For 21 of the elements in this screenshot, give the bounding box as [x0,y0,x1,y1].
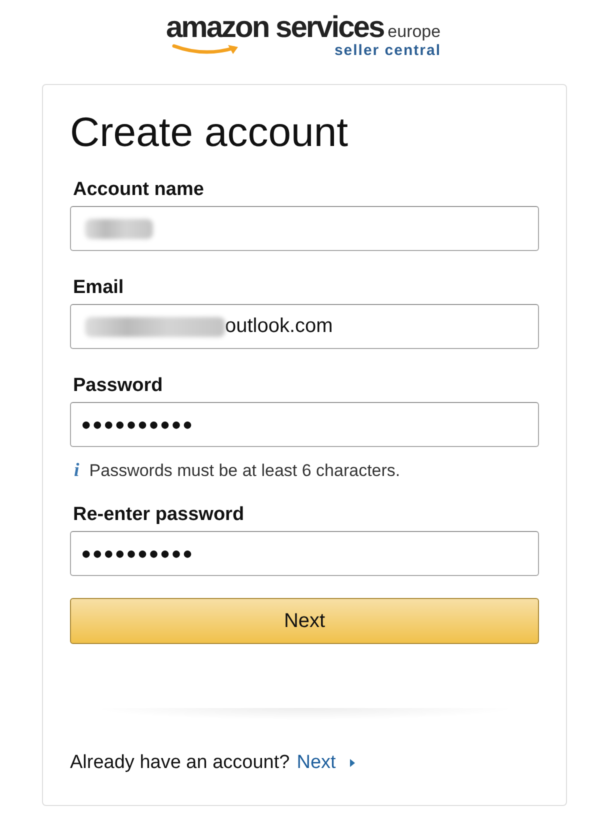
field-value: ●●●●●●●●●● [81,544,194,564]
info-icon: i [74,460,80,482]
field-value: ●●●●●●●●●● [81,414,194,434]
field-label: Email [73,277,125,299]
sign-in-link[interactable]: Next [296,752,336,774]
logo-product: seller central [334,43,441,59]
logo-region: europe [388,22,441,42]
logo-brand: amazon services [166,14,384,42]
input-field[interactable]: outlook.com [70,304,539,349]
field-label: Account name [73,179,205,201]
next-button[interactable]: Next [70,598,539,644]
input-field[interactable]: ●●●●●●●●●● [70,402,539,447]
field-value: outlook.com [225,315,333,338]
field-label: Password [73,375,164,397]
hint-text: Passwords must be at least 6 characters. [89,461,400,481]
caret-icon [350,759,355,767]
input-field[interactable]: ●●●●●●●●●● [70,531,539,576]
input-field[interactable] [70,206,539,251]
page-title: Create account [70,109,350,155]
footer-text: Already have an account? [70,752,290,774]
field-label: Re-enter password [73,504,246,526]
